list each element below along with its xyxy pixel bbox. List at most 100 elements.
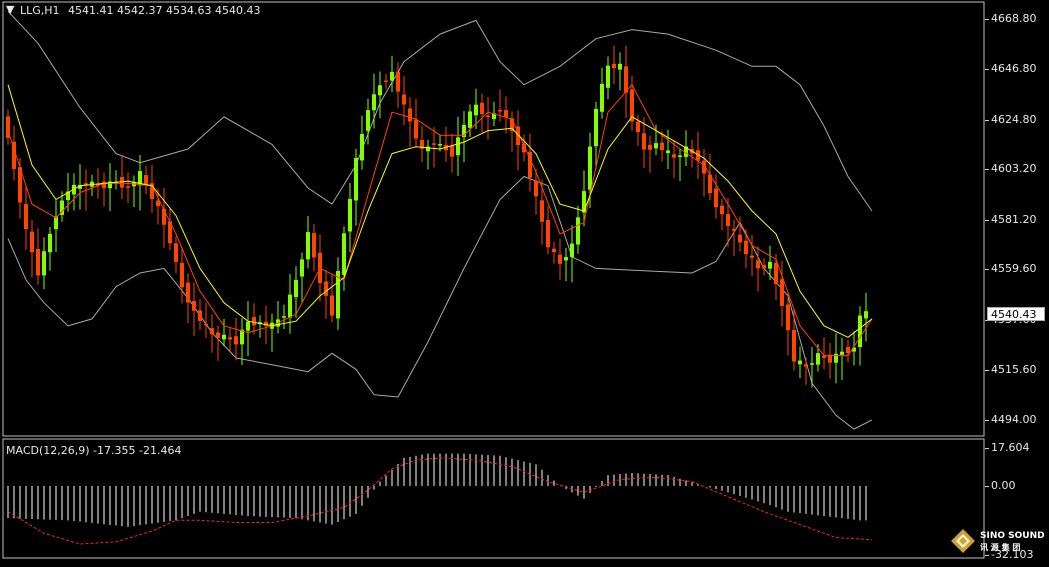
candle-body	[144, 175, 148, 186]
price-tick-mark	[985, 169, 989, 171]
candle-body	[672, 154, 676, 158]
candle-body	[306, 232, 310, 260]
candle-body	[480, 102, 484, 115]
candle-body	[384, 80, 388, 83]
candle-body	[756, 260, 760, 269]
candle-body	[564, 257, 568, 261]
price-tick-mark	[985, 119, 989, 121]
macd-tick-label: 0.00	[991, 478, 1016, 492]
candle-body	[180, 262, 184, 288]
candle-body	[474, 104, 478, 116]
candles-group	[6, 45, 868, 388]
current-price-box: 4540.43	[987, 307, 1045, 321]
price-tick-mark	[985, 18, 989, 20]
candle-body	[186, 282, 190, 303]
candle-body	[540, 200, 544, 222]
candle-body	[204, 323, 208, 326]
candle-body	[162, 208, 166, 225]
candle-body	[120, 176, 124, 188]
candle-body	[312, 233, 316, 258]
price-tick-label: 4559.60	[991, 262, 1037, 276]
candle-body	[24, 203, 28, 230]
macd-tick-label: 17.604	[991, 441, 1030, 454]
candle-body	[732, 228, 736, 231]
candle-body	[840, 351, 844, 355]
candle-body	[546, 219, 550, 248]
candle-body	[612, 63, 616, 69]
candle-body	[324, 281, 328, 296]
candle-body	[726, 213, 730, 226]
macd-histogram-group	[7, 453, 867, 527]
candle-body	[456, 137, 460, 156]
candle-body	[390, 71, 394, 81]
candle-body	[30, 231, 34, 253]
candle-body	[768, 261, 772, 269]
candle-body	[588, 146, 592, 190]
candle-body	[804, 364, 808, 367]
lower-bollinger-band	[7, 175, 873, 430]
candle-body	[846, 346, 850, 353]
candle-body	[228, 337, 232, 340]
macd-tick-mark	[985, 485, 989, 487]
price-tick-label: 4515.60	[991, 363, 1037, 377]
candle-body	[624, 66, 628, 93]
price-tick-label: 4581.20	[991, 212, 1037, 226]
candle-body	[654, 143, 658, 149]
price-tick-mark	[985, 219, 989, 221]
candle-body	[606, 65, 610, 88]
candle-body	[396, 71, 400, 92]
price-tick-mark	[985, 269, 989, 271]
candle-body	[408, 108, 412, 122]
price-tick-label: 4494.00	[991, 412, 1037, 426]
macd-tick-mark	[985, 448, 989, 449]
candle-body	[126, 186, 130, 188]
candle-body	[648, 144, 652, 150]
candle-body	[222, 334, 226, 340]
candle-body	[594, 108, 598, 147]
macd-label: MACD(12,26,9) -17.355 -21.464	[6, 444, 182, 457]
candle-body	[234, 336, 238, 345]
upper-bollinger-band	[7, 10, 873, 212]
menu-icon[interactable]: ▼	[6, 3, 14, 16]
symbol-label: LLG,H1	[20, 4, 60, 17]
candle-body	[414, 119, 418, 139]
candle-body	[498, 110, 502, 112]
candle-body	[174, 243, 178, 262]
candle-body	[792, 329, 796, 362]
candle-body	[576, 217, 580, 245]
sino-sound-logo-icon	[951, 529, 975, 553]
candle-body	[468, 111, 472, 128]
candle-body	[354, 157, 358, 201]
candle-body	[330, 295, 334, 316]
candle-body	[432, 143, 436, 145]
chart-window: ▼ LLG,H1 4541.41 4542.37 4534.63 4540.43…	[0, 0, 1049, 563]
candle-body	[570, 243, 574, 258]
candle-body	[714, 188, 718, 208]
candle-body	[762, 265, 766, 269]
price-tick-label: 4646.80	[991, 62, 1037, 76]
candle-body	[798, 360, 802, 365]
candle-body	[552, 248, 556, 253]
candle-body	[252, 317, 256, 326]
price-tick-mark	[985, 69, 989, 71]
candle-body	[378, 85, 382, 96]
candle-body	[864, 311, 868, 319]
candle-body	[660, 142, 664, 151]
macd-tick-mark	[985, 555, 989, 556]
candle-body	[198, 310, 202, 321]
candle-body	[438, 144, 442, 146]
candle-body	[300, 259, 304, 277]
candle-body	[294, 279, 298, 298]
candle-body	[36, 248, 40, 276]
price-tick-label: 4603.20	[991, 162, 1037, 176]
candle-body	[192, 301, 196, 311]
candle-body	[372, 94, 376, 111]
candle-body	[288, 294, 292, 318]
chart-canvas[interactable]	[0, 0, 1049, 563]
logo-line1: SINO SOUND	[980, 531, 1045, 541]
candle-body	[102, 181, 106, 189]
candle-body	[402, 94, 406, 105]
logo-line2: 讯 源 集 团	[980, 543, 1021, 552]
fast-moving-average-line	[7, 83, 873, 357]
candle-body	[216, 332, 220, 338]
